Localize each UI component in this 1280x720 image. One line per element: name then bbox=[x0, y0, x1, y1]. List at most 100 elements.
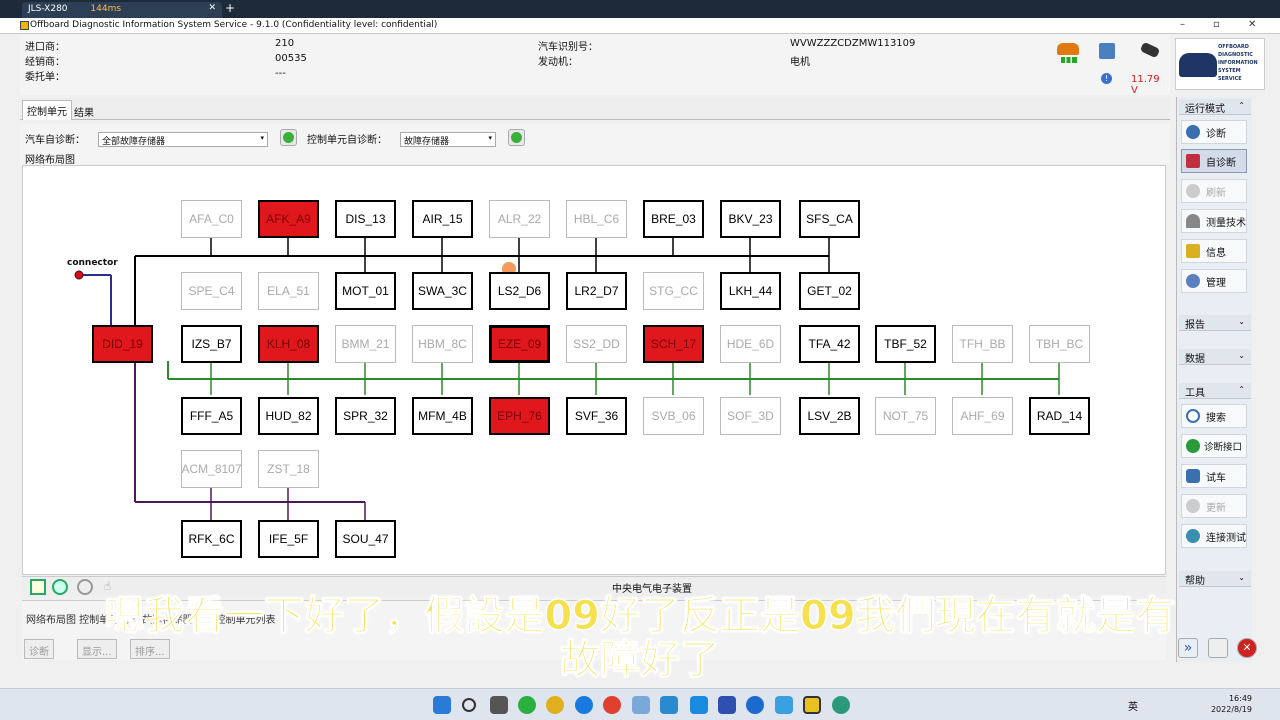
app-icon[interactable] bbox=[718, 696, 736, 714]
input-language[interactable]: 英 bbox=[1128, 698, 1138, 713]
show-button[interactable]: 显示... bbox=[77, 639, 117, 659]
sidebar-item-measure[interactable]: 测量技术 bbox=[1181, 209, 1247, 233]
control-unit-node[interactable]: ACM_8107 bbox=[181, 450, 242, 488]
tab-results[interactable]: 结果 bbox=[70, 102, 98, 121]
control-unit-node[interactable]: LS2_D6 bbox=[489, 272, 550, 310]
control-unit-node[interactable]: DID_19 bbox=[92, 325, 153, 363]
chrome-icon[interactable] bbox=[603, 696, 621, 714]
close-icon[interactable]: ✕ bbox=[208, 3, 216, 13]
control-unit-node[interactable]: HDE_6D bbox=[720, 325, 781, 363]
system-clock[interactable]: 16:49 2022/8/19 bbox=[1211, 693, 1252, 715]
control-unit-node[interactable]: IFE_5F bbox=[258, 520, 319, 558]
browser-tab[interactable]: JLS-X280 144ms ✕ bbox=[22, 2, 222, 18]
sidebar-item-testdrive[interactable]: 试车 bbox=[1181, 464, 1247, 488]
control-unit-node[interactable]: IZS_B7 bbox=[181, 325, 242, 363]
minimize-icon[interactable]: – bbox=[1180, 19, 1185, 30]
run-mode-header[interactable]: 运行模式 ⌃ bbox=[1179, 99, 1251, 115]
exit-icon[interactable]: ✕ bbox=[1237, 638, 1257, 658]
app-icon[interactable] bbox=[660, 696, 678, 714]
control-unit-node[interactable]: BMM_21 bbox=[335, 325, 396, 363]
data-header[interactable]: 数据 ⌄ bbox=[1179, 349, 1251, 365]
fit-view-icon[interactable] bbox=[30, 579, 46, 595]
control-unit-node[interactable]: RAD_14 bbox=[1029, 397, 1090, 435]
sidebar-item-info[interactable]: 信息 bbox=[1181, 239, 1247, 263]
control-unit-node[interactable]: SOU_47 bbox=[335, 520, 396, 558]
sidebar-item-diag-interface[interactable]: 诊断接口 bbox=[1181, 434, 1247, 458]
control-unit-node[interactable]: AFK_A9 bbox=[258, 200, 319, 238]
control-unit-node[interactable]: SOF_3D bbox=[720, 397, 781, 435]
lower-view-tabs[interactable]: 网络布局图 控制单元列表 故障存储器列表 控制单元列表 bbox=[26, 611, 276, 626]
control-unit-node[interactable]: DIS_13 bbox=[335, 200, 396, 238]
cu-selfdiag-go-button[interactable] bbox=[508, 129, 525, 146]
task-view-icon[interactable] bbox=[490, 696, 508, 714]
control-unit-node[interactable]: AIR_15 bbox=[412, 200, 473, 238]
hand-pan-icon[interactable]: ☝ bbox=[104, 579, 120, 595]
control-unit-node[interactable]: LKH_44 bbox=[720, 272, 781, 310]
control-unit-node[interactable]: KLH_08 bbox=[258, 325, 319, 363]
control-unit-node[interactable]: AHF_69 bbox=[952, 397, 1013, 435]
control-unit-node[interactable]: HBM_8C bbox=[412, 325, 473, 363]
control-unit-node[interactable]: FFF_A5 bbox=[181, 397, 242, 435]
sidebar-item-search[interactable]: 搜索 bbox=[1181, 404, 1247, 428]
control-unit-node[interactable]: HUD_82 bbox=[258, 397, 319, 435]
sidebar-item-flash[interactable]: 刷新 bbox=[1181, 179, 1247, 203]
control-unit-node[interactable]: NOT_75 bbox=[875, 397, 936, 435]
sidebar-item-selfdiag[interactable]: 自诊断 bbox=[1181, 149, 1247, 173]
control-unit-node[interactable]: TFA_42 bbox=[799, 325, 860, 363]
control-unit-node[interactable]: MOT_01 bbox=[335, 272, 396, 310]
control-unit-node[interactable]: SPE_C4 bbox=[181, 272, 242, 310]
tab-control-units[interactable]: 控制单元 bbox=[22, 100, 72, 120]
control-unit-node[interactable]: STG_CC bbox=[643, 272, 704, 310]
info-icon[interactable]: ! bbox=[1101, 73, 1112, 84]
screenshot-icon[interactable] bbox=[1208, 638, 1228, 658]
sidebar-item-admin[interactable]: 管理 bbox=[1181, 269, 1247, 293]
help-header[interactable]: 帮助 ⌄ bbox=[1179, 571, 1251, 587]
control-unit-node[interactable]: ZST_18 bbox=[258, 450, 319, 488]
control-unit-node[interactable]: ALR_22 bbox=[489, 200, 550, 238]
search-icon[interactable] bbox=[462, 698, 476, 712]
close-window-icon[interactable]: ✕ bbox=[1248, 19, 1256, 30]
windows-start-icon[interactable] bbox=[433, 696, 451, 714]
odis-taskbar-icon[interactable] bbox=[803, 696, 821, 714]
vehicle-selfdiag-go-button[interactable] bbox=[280, 129, 297, 146]
control-unit-node[interactable]: EZE_09 bbox=[489, 325, 550, 363]
tools-header[interactable]: 工具 ⌃ bbox=[1179, 383, 1251, 399]
control-unit-node[interactable]: SWA_3C bbox=[412, 272, 473, 310]
new-tab-icon[interactable]: + bbox=[225, 1, 235, 15]
diag-button[interactable]: 诊断 bbox=[24, 639, 54, 659]
control-unit-node[interactable]: ELA_51 bbox=[258, 272, 319, 310]
zoom-out-icon[interactable] bbox=[77, 579, 93, 595]
control-unit-node[interactable]: BKV_23 bbox=[720, 200, 781, 238]
wechat-icon[interactable] bbox=[518, 696, 536, 714]
sort-button[interactable]: 排序... bbox=[130, 639, 170, 659]
control-unit-node[interactable]: GET_02 bbox=[799, 272, 860, 310]
sidebar-item-update[interactable]: 更新 bbox=[1181, 494, 1247, 518]
sidebar-item-diagnose[interactable]: 诊断 bbox=[1181, 120, 1247, 144]
vehicle-selfdiag-select[interactable]: 全部故障存储器 ▾ bbox=[98, 132, 268, 147]
report-header[interactable]: 报告 ⌄ bbox=[1179, 315, 1251, 331]
cu-selfdiag-select[interactable]: 故障存储器 ▾ bbox=[400, 132, 496, 147]
control-unit-node[interactable]: LR2_D7 bbox=[566, 272, 627, 310]
forward-icon[interactable]: » bbox=[1178, 638, 1198, 658]
control-unit-node[interactable]: HBL_C6 bbox=[566, 200, 627, 238]
control-unit-node[interactable]: EPH_76 bbox=[489, 397, 550, 435]
control-unit-node[interactable]: TBF_52 bbox=[875, 325, 936, 363]
control-unit-node[interactable]: SCH_17 bbox=[643, 325, 704, 363]
control-unit-node[interactable]: BRE_03 bbox=[643, 200, 704, 238]
control-unit-node[interactable]: SVF_36 bbox=[566, 397, 627, 435]
sidebar-item-connection-test[interactable]: 连接测试 bbox=[1181, 524, 1247, 548]
control-unit-node[interactable]: AFA_C0 bbox=[181, 200, 242, 238]
control-unit-node[interactable]: SVB_06 bbox=[643, 397, 704, 435]
control-unit-node[interactable]: SFS_CA bbox=[799, 200, 860, 238]
control-unit-node[interactable]: TBH_BC bbox=[1029, 325, 1090, 363]
control-unit-node[interactable]: RFK_6C bbox=[181, 520, 242, 558]
app-icon[interactable] bbox=[746, 696, 764, 714]
maximize-icon[interactable]: ▫ bbox=[1213, 19, 1220, 30]
control-unit-node[interactable]: SPR_32 bbox=[335, 397, 396, 435]
app-icon[interactable] bbox=[775, 696, 793, 714]
app-icon[interactable] bbox=[832, 696, 850, 714]
control-unit-node[interactable]: MFM_4B bbox=[412, 397, 473, 435]
control-unit-node[interactable]: TFH_BB bbox=[952, 325, 1013, 363]
edge-icon[interactable] bbox=[575, 696, 593, 714]
app-icon[interactable] bbox=[690, 696, 708, 714]
